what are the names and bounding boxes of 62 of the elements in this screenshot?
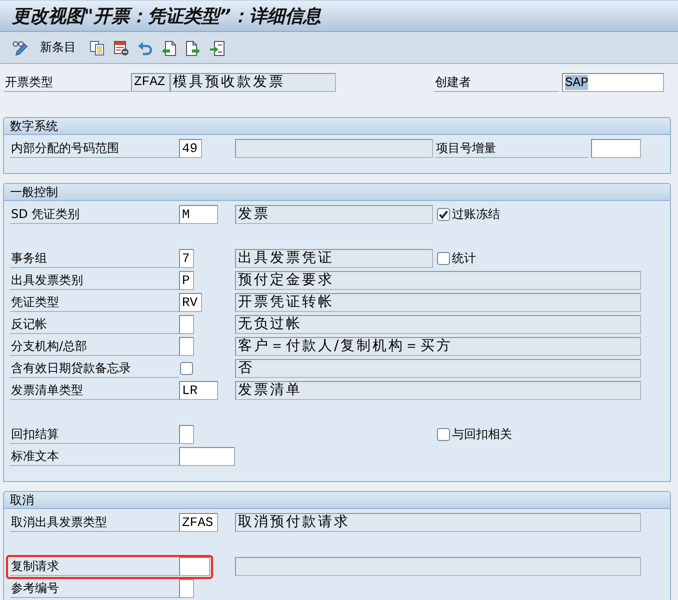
document-left-arrow-icon[interactable]: [161, 40, 177, 56]
input-field[interactable]: [179, 447, 235, 466]
checkbox-label: 与回扣相关: [452, 426, 512, 443]
input-field[interactable]: [179, 337, 194, 356]
checkbox[interactable]: [437, 208, 450, 221]
input-field[interactable]: ZFAS: [179, 513, 218, 532]
description-field: 否: [235, 359, 641, 378]
checkbox-label: 统计: [452, 250, 476, 267]
document-right-arrow-icon[interactable]: [185, 40, 201, 56]
input-field[interactable]: [179, 579, 194, 598]
section-title: 数字系统: [10, 118, 58, 134]
field-label: 取消出具发票类型: [10, 513, 179, 532]
description-field: 发票: [235, 205, 433, 224]
input-field[interactable]: [179, 557, 210, 576]
field-label: 分支机构/总部: [10, 337, 179, 356]
field-label: 含有效日期贷款备忘录: [10, 359, 179, 378]
field-label: 内部分配的号码范围: [10, 139, 179, 158]
input-field[interactable]: 7: [179, 249, 194, 268]
input-field[interactable]: P: [179, 271, 194, 290]
field-label: 标准文本: [10, 447, 179, 466]
window-title: 更改视图"开票：凭证类型”：详细信息: [12, 5, 321, 28]
field-label: 复制请求: [10, 557, 179, 576]
description-field: 客户＝付款人/复制机构＝买方: [235, 337, 641, 356]
field-label: 发票清单类型: [10, 381, 179, 400]
field-label: 开票类型: [4, 73, 130, 92]
field-label: SD 凭证类别: [10, 205, 179, 224]
glasses-pencil-icon[interactable]: [12, 40, 28, 56]
field-label: 凭证类型: [10, 293, 179, 312]
input-field[interactable]: 49: [179, 139, 202, 158]
checkbox[interactable]: [180, 362, 193, 375]
description-field: 模具预收款发票: [170, 73, 336, 92]
section-title: 一般控制: [10, 184, 58, 200]
description-field: 出具发票凭证: [235, 249, 433, 268]
input-field[interactable]: LR: [179, 381, 218, 400]
description-field: 预付定金要求: [235, 271, 641, 290]
section-title: 取消: [10, 492, 34, 508]
new-entries-button[interactable]: 新条目: [40, 38, 76, 56]
input-field[interactable]: [179, 425, 194, 444]
description-field: 取消预付款请求: [235, 513, 641, 532]
input-field[interactable]: M: [179, 205, 218, 224]
undo-icon[interactable]: [137, 40, 153, 56]
input-field[interactable]: [590, 139, 641, 158]
description-field: 发票清单: [235, 381, 641, 400]
input-field[interactable]: SAP: [562, 73, 664, 92]
key-field: ZFAZ: [131, 73, 170, 92]
description-field: 无负过帐: [235, 315, 641, 334]
field-label: 回扣结算: [10, 425, 179, 444]
field-label: 项目号增量: [435, 139, 588, 158]
field-label: 反记帐: [10, 315, 179, 334]
input-field[interactable]: RV: [179, 293, 202, 312]
field-label: 出具发票类别: [10, 271, 179, 290]
checkbox-label: 过账冻结: [452, 206, 500, 223]
checkbox[interactable]: [437, 252, 450, 265]
document-minus-icon[interactable]: [113, 40, 129, 56]
document-import-icon[interactable]: [209, 40, 225, 56]
input-field[interactable]: [179, 315, 194, 334]
field-label: 参考编号: [10, 579, 179, 598]
checkbox[interactable]: [437, 428, 450, 441]
description-field: 开票凭证转帐: [235, 293, 641, 312]
field-label: 事务组: [10, 249, 179, 268]
copy-icon[interactable]: [89, 40, 105, 56]
field-label: 创建者: [434, 73, 559, 92]
